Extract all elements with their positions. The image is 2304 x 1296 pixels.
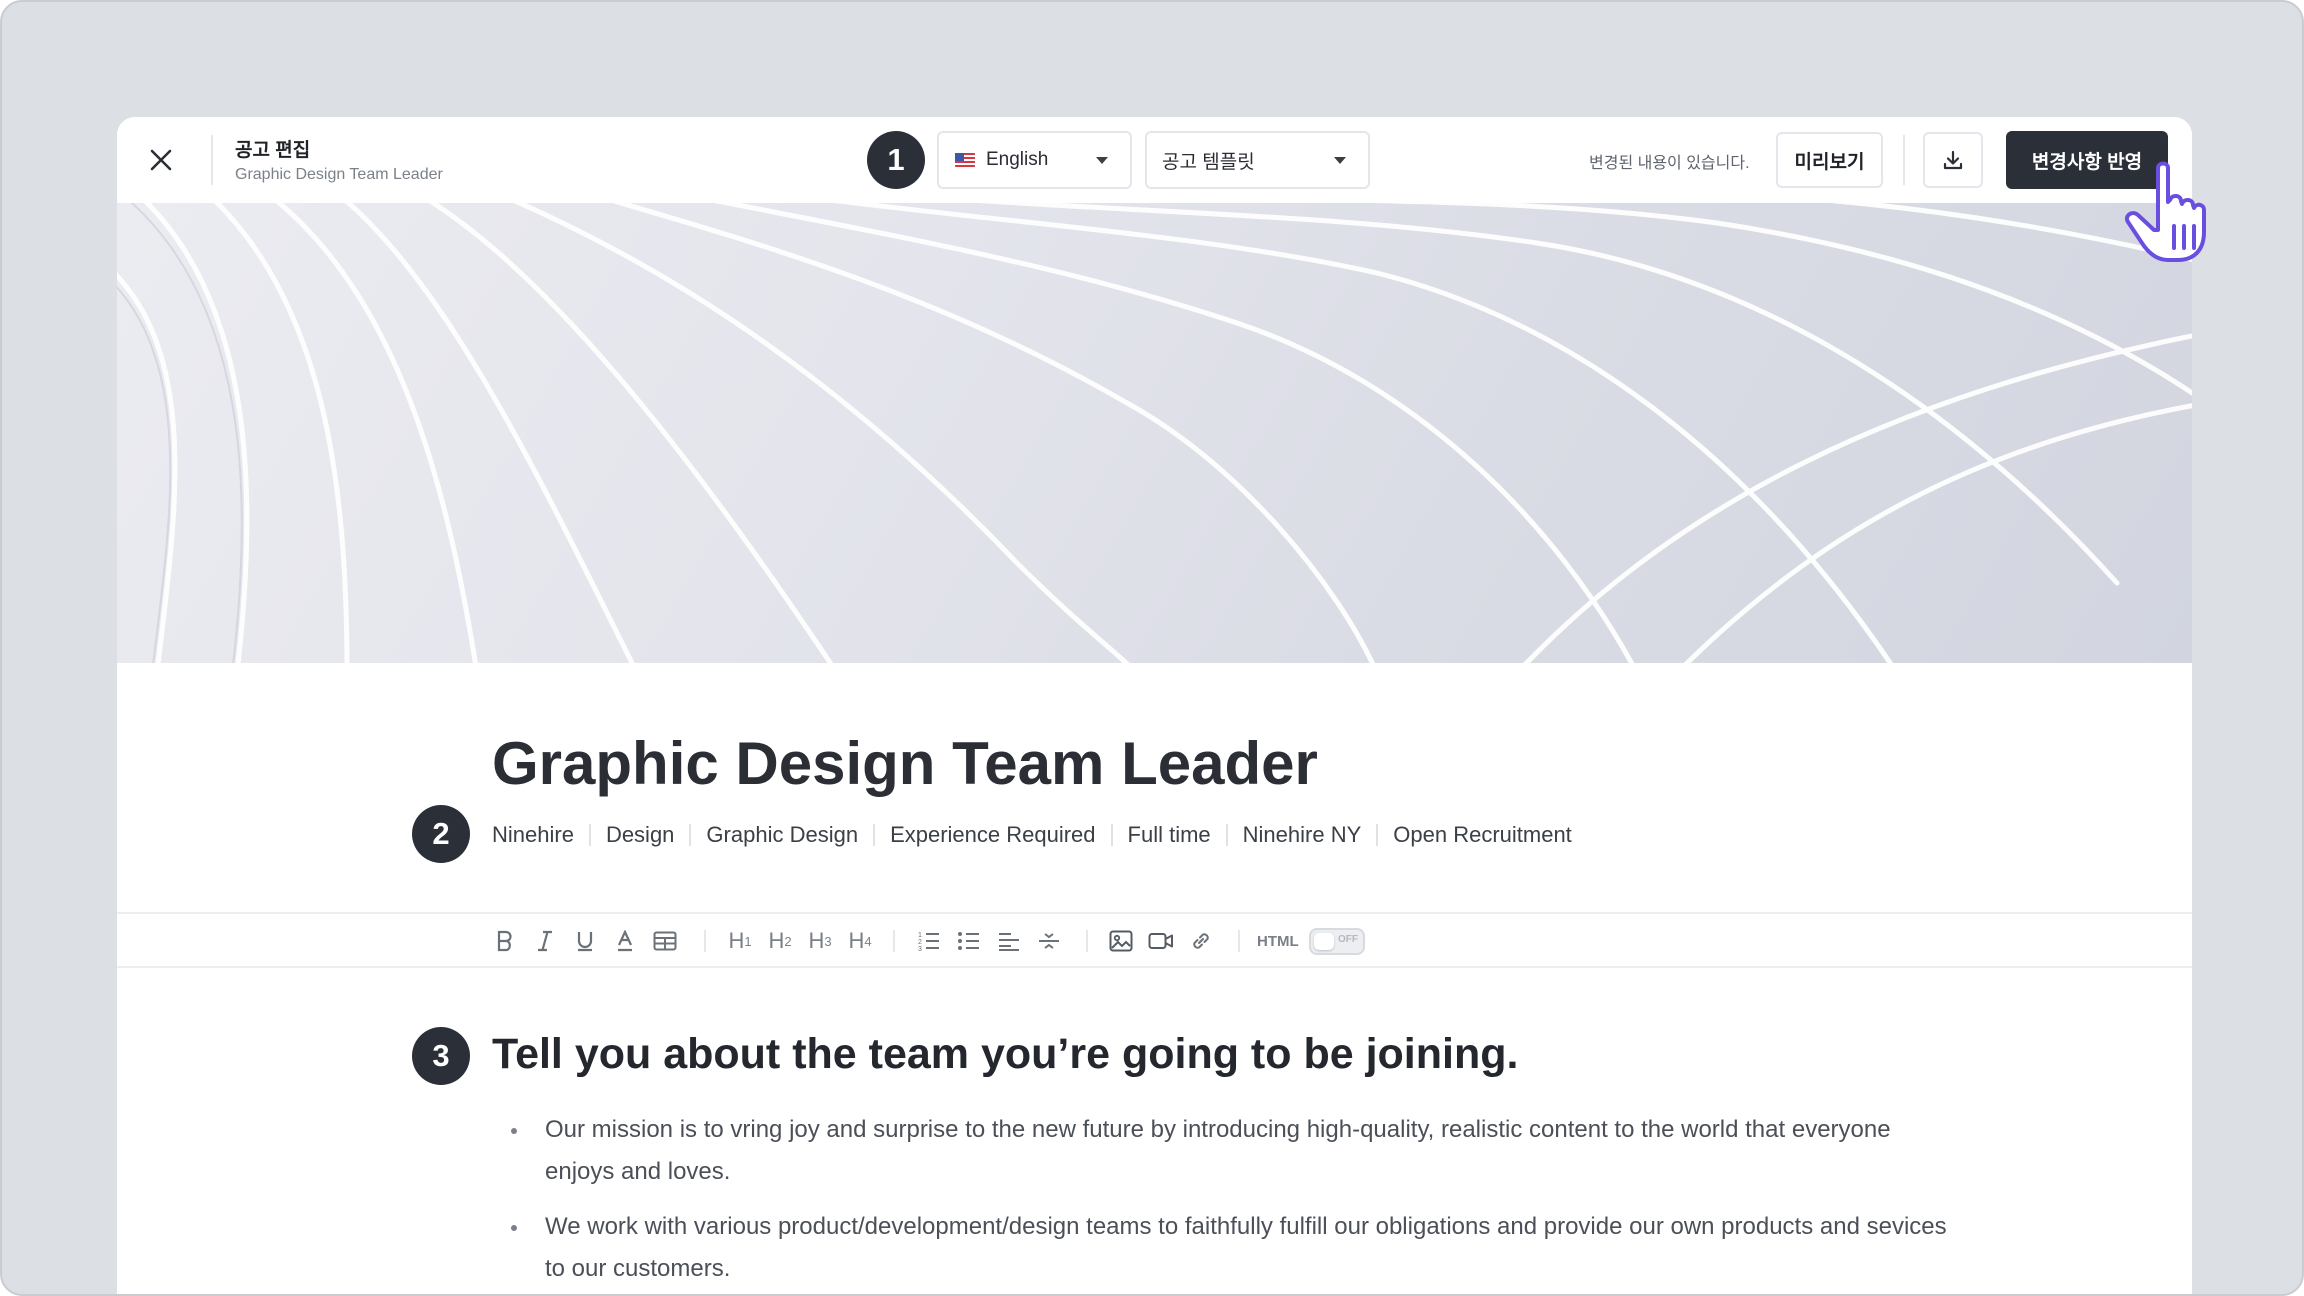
download-button[interactable] [1923, 132, 1983, 188]
step-badge-1: 1 [867, 131, 925, 189]
svg-text:1: 1 [918, 932, 922, 939]
editor-header: 공고 편집 Graphic Design Team Leader 1 Engli… [117, 117, 2192, 203]
job-tag: Graphic Design [706, 822, 859, 847]
job-title[interactable]: Graphic Design Team Leader [492, 729, 1318, 798]
step-badge-3: 3 [412, 1027, 470, 1085]
page-title: 공고 편집 [235, 140, 311, 161]
heading-3-button[interactable]: H3 [803, 924, 837, 958]
svg-text:2: 2 [918, 939, 922, 946]
align-left-icon[interactable] [992, 924, 1026, 958]
job-tag: Open Recruitment [1393, 822, 1572, 847]
table-icon[interactable] [648, 924, 682, 958]
download-icon [1943, 150, 1963, 170]
toggle-knob [1314, 933, 1334, 950]
link-icon[interactable] [1184, 924, 1218, 958]
ordered-list-icon[interactable]: 123 [912, 924, 946, 958]
cover-image[interactable] [117, 203, 2192, 663]
page-subtitle: Graphic Design Team Leader [235, 166, 443, 183]
html-mode-toggle[interactable]: OFF [1309, 928, 1365, 955]
job-tag: Ninehire NY [1242, 822, 1362, 847]
hand-cursor-icon [2125, 161, 2206, 262]
language-select-label: English [986, 149, 1049, 170]
html-mode-label: HTML [1257, 933, 1299, 950]
toolbar-divider [1086, 930, 1088, 952]
job-tags: Ninehire Design Graphic Design Experienc… [492, 820, 1572, 850]
step-badge-2: 2 [412, 805, 470, 863]
heading-2-button[interactable]: H2 [763, 924, 797, 958]
job-tag: Full time [1127, 822, 1211, 847]
horizontal-rule-icon[interactable] [1032, 924, 1066, 958]
wave-pattern-image [117, 203, 2192, 663]
unsaved-changes-note: 변경된 내용이 있습니다. [1589, 155, 1750, 172]
section-heading[interactable]: Tell you about the team you’re going to … [492, 1030, 1518, 1079]
bullet-list-icon[interactable] [952, 924, 986, 958]
toolbar-divider [893, 930, 895, 952]
toggle-state-label: OFF [1338, 934, 1358, 945]
editor-toolbar: H1 H2 H3 H4 123 HTML OFF [117, 912, 2192, 968]
job-tag: Experience Required [890, 822, 1096, 847]
list-item[interactable]: Our mission is to vring joy and surprise… [507, 1109, 1957, 1193]
bold-icon[interactable] [488, 924, 522, 958]
header-divider [1903, 135, 1905, 185]
chevron-down-icon [1334, 157, 1346, 164]
content-bullet-list: Our mission is to vring joy and surprise… [507, 1109, 1957, 1294]
italic-icon[interactable] [528, 924, 562, 958]
close-icon[interactable] [146, 145, 176, 175]
job-tag: Design [605, 822, 675, 847]
us-flag-icon [955, 153, 975, 167]
heading-1-button[interactable]: H1 [723, 924, 757, 958]
toolbar-divider [1238, 930, 1240, 952]
desktop-background: 공고 편집 Graphic Design Team Leader 1 Engli… [0, 0, 2304, 1296]
preview-button[interactable]: 미리보기 [1776, 132, 1883, 188]
image-icon[interactable] [1104, 924, 1138, 958]
language-select[interactable]: English [937, 131, 1132, 189]
svg-text:3: 3 [918, 946, 922, 952]
toolbar-divider [704, 930, 706, 952]
video-icon[interactable] [1144, 924, 1178, 958]
text-color-icon[interactable] [608, 924, 642, 958]
template-select-label: 공고 템플릿 [1162, 151, 1255, 173]
job-posting-editor: 공고 편집 Graphic Design Team Leader 1 Engli… [117, 117, 2192, 1294]
list-item[interactable]: We work with various product/development… [507, 1206, 1957, 1290]
heading-4-button[interactable]: H4 [843, 924, 877, 958]
job-tag: Ninehire [492, 822, 574, 847]
chevron-down-icon [1096, 157, 1108, 164]
underline-icon[interactable] [568, 924, 602, 958]
template-select[interactable]: 공고 템플릿 [1145, 131, 1370, 189]
header-divider [211, 135, 213, 185]
